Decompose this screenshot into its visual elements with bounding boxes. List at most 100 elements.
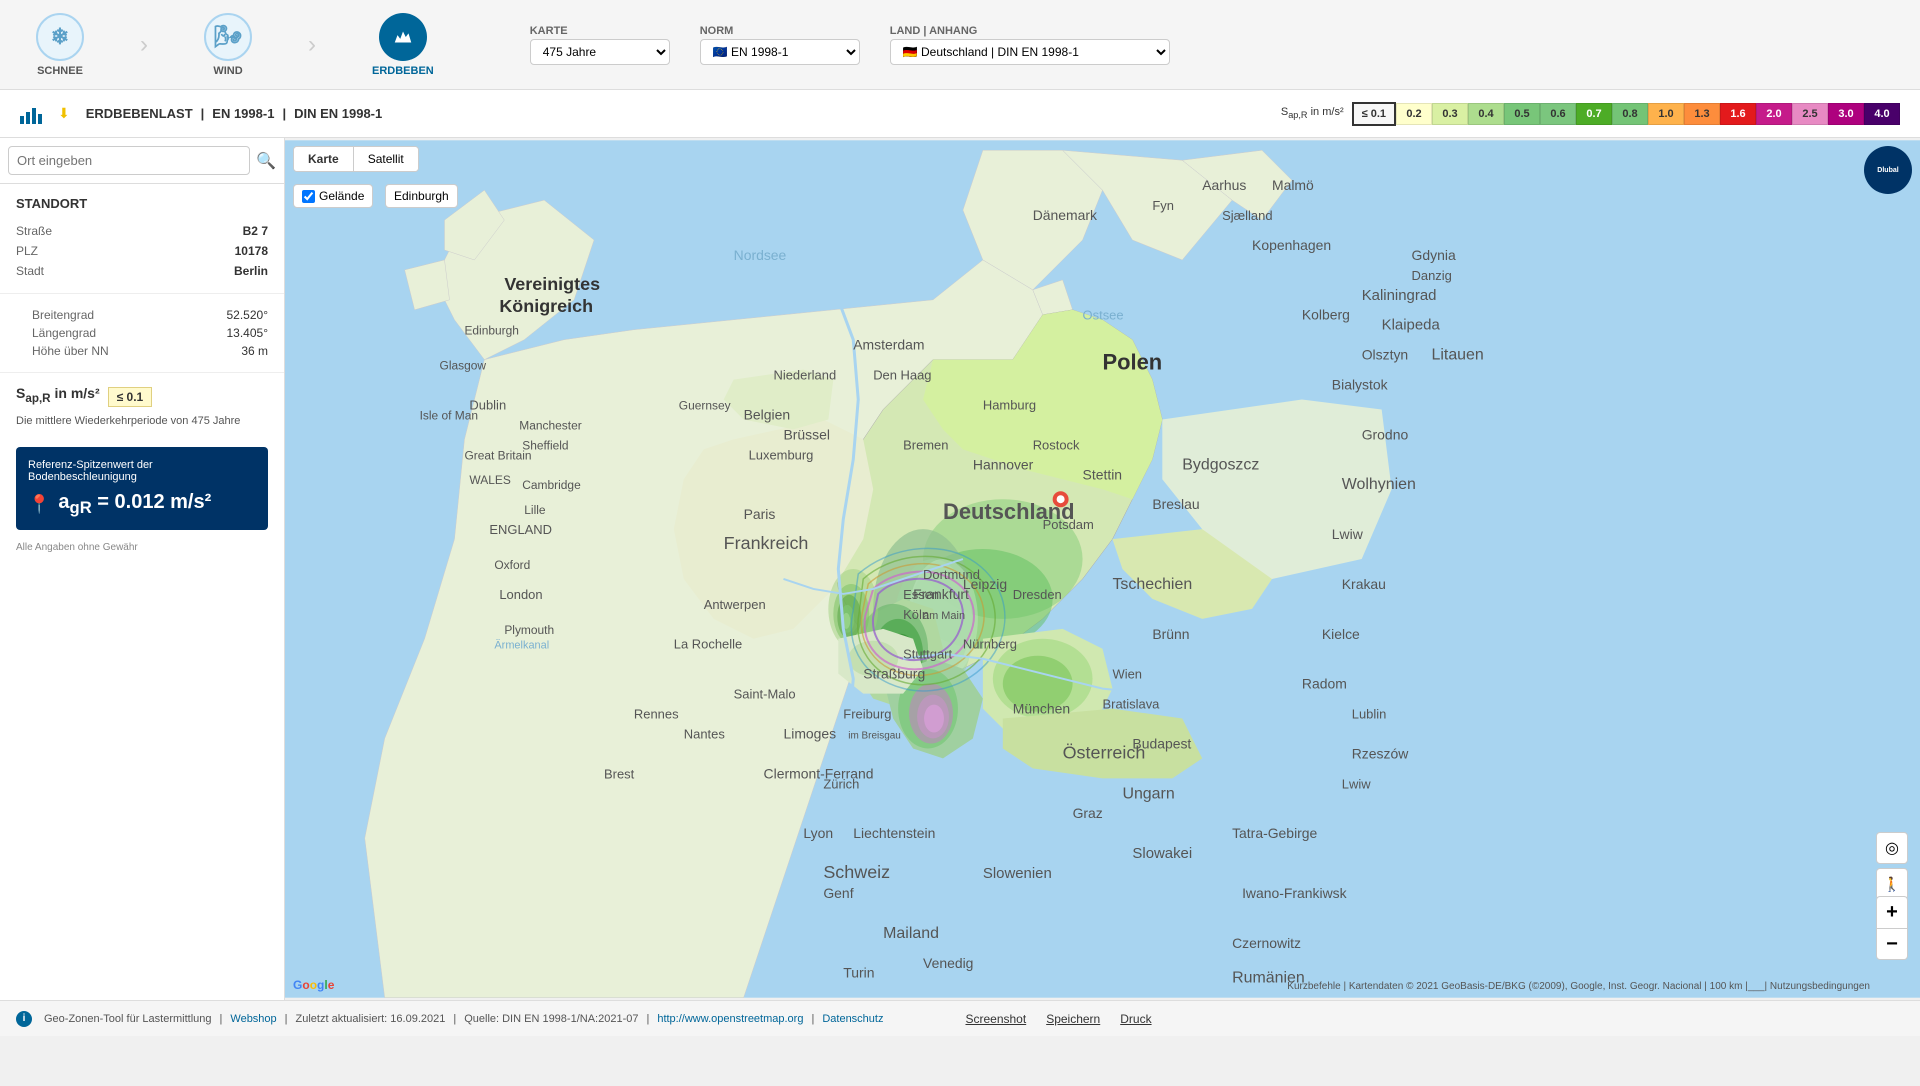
search-input[interactable] [8, 146, 250, 175]
svg-text:Bratislava: Bratislava [1103, 697, 1161, 712]
svg-text:Manchester: Manchester [519, 418, 581, 432]
legend-item-2[interactable]: 0.3 [1432, 103, 1468, 125]
main-content: 🔍 STANDORT Straße B2 7 PLZ 10178 Stadt B… [0, 138, 1920, 1000]
land-select[interactable]: 🇩🇪 Deutschland | DIN EN 1998-1 Österreic… [890, 39, 1170, 65]
map-area[interactable]: Vereinigtes Königreich Dänemark Polen De… [285, 138, 1920, 1000]
gelande-check[interactable]: Gelände [293, 184, 373, 208]
stadt-key: Stadt [16, 264, 44, 278]
norm-select[interactable]: 🇪🇺 EN 1998-1 EN 1998-1 (NA) [700, 39, 860, 65]
legend-item-4[interactable]: 0.5 [1504, 103, 1540, 125]
legend-item-11[interactable]: 2.0 [1756, 103, 1792, 125]
svg-text:Glasgow: Glasgow [440, 359, 487, 373]
map-tabs: Karte Satellit [293, 146, 419, 172]
svg-text:Edinburgh: Edinburgh [464, 324, 518, 338]
legend-item-0[interactable]: ≤ 0.1 [1352, 102, 1396, 126]
diubal-label: Dlubal [1877, 167, 1898, 174]
speichern-button[interactable]: Speichern [1046, 1012, 1100, 1026]
svg-text:Oxford: Oxford [494, 558, 530, 572]
footer-updated: Zuletzt aktualisiert: 16.09.2021 [296, 1013, 446, 1025]
druck-button[interactable]: Druck [1120, 1012, 1151, 1026]
standort-title: STANDORT [16, 196, 268, 211]
legend-item-9[interactable]: 1.3 [1684, 103, 1720, 125]
legend-item-13[interactable]: 3.0 [1828, 103, 1864, 125]
land-label: LAND | ANHANG [890, 25, 1170, 37]
nav-item-wind[interactable]: 🌬 WIND [188, 5, 268, 85]
lat-key: Breitengrad [16, 308, 94, 322]
footer-osm-link[interactable]: http://www.openstreetmap.org [657, 1013, 803, 1025]
gelande-checkbox[interactable] [302, 190, 315, 203]
svg-text:Nantes: Nantes [684, 726, 726, 741]
karte-label: KARTE [530, 25, 670, 37]
svg-text:Mailand: Mailand [883, 925, 939, 942]
screenshot-button[interactable]: Screenshot [965, 1012, 1026, 1026]
svg-text:Freiburg: Freiburg [843, 707, 891, 722]
legend-item-3[interactable]: 0.4 [1468, 103, 1504, 125]
svg-text:Slowakei: Slowakei [1132, 845, 1192, 862]
standort-row-plz: PLZ 10178 [16, 241, 268, 261]
svg-text:Genf: Genf [823, 885, 853, 901]
legend-item-14[interactable]: 4.0 [1864, 103, 1900, 125]
svg-text:Breslau: Breslau [1152, 496, 1199, 512]
svg-text:Plymouth: Plymouth [504, 623, 554, 637]
svg-text:Ärmelkanal: Ärmelkanal [494, 640, 549, 652]
footer-webshop-link[interactable]: Webshop [230, 1013, 276, 1025]
nav-item-schnee[interactable]: ❄ SCHNEE [20, 5, 100, 85]
legend-item-5[interactable]: 0.6 [1540, 103, 1576, 125]
legend-item-8[interactable]: 1.0 [1648, 103, 1684, 125]
svg-text:Tschechien: Tschechien [1112, 576, 1192, 593]
svg-text:Essen: Essen [903, 587, 939, 602]
svg-text:am Main: am Main [923, 610, 965, 622]
svg-text:Polen: Polen [1103, 350, 1163, 375]
svg-text:Danzig: Danzig [1412, 268, 1452, 283]
svg-text:Sheffield: Sheffield [522, 438, 568, 452]
svg-text:Kielce: Kielce [1322, 626, 1360, 642]
nav-item-erdbeben[interactable]: ERDBEBEN [356, 5, 450, 85]
header-sep1: | [201, 106, 205, 121]
legend-item-1[interactable]: 0.2 [1396, 103, 1432, 125]
nav-divider-2: › [308, 31, 316, 59]
svg-text:Brüssel: Brüssel [783, 426, 829, 442]
svg-text:Venedig: Venedig [923, 955, 973, 971]
standort-section: STANDORT Straße B2 7 PLZ 10178 Stadt Ber… [0, 184, 284, 294]
tab-satellit[interactable]: Satellit [354, 147, 418, 171]
svg-text:Hannover: Hannover [973, 456, 1034, 472]
svg-text:im Breisgau: im Breisgau [848, 730, 901, 741]
lng-key: Längengrad [16, 326, 96, 340]
zoom-out-button[interactable]: − [1876, 928, 1908, 960]
search-bar: 🔍 [0, 138, 284, 184]
map-svg[interactable]: Vereinigtes Königreich Dänemark Polen De… [285, 138, 1920, 1000]
svg-text:Liechtenstein: Liechtenstein [853, 825, 935, 841]
wind-label: WIND [213, 65, 242, 77]
legend-item-6[interactable]: 0.7 [1576, 103, 1612, 125]
svg-text:Potsdam: Potsdam [1043, 517, 1094, 532]
svg-text:Amsterdam: Amsterdam [853, 337, 924, 353]
karte-select[interactable]: 475 Jahre 2500 Jahre [530, 39, 670, 65]
zoom-in-button[interactable]: + [1876, 896, 1908, 928]
svg-text:Leipzig: Leipzig [963, 576, 1007, 592]
footer-datenschutz-link[interactable]: Datenschutz [822, 1013, 883, 1025]
tab-karte[interactable]: Karte [294, 147, 354, 171]
svg-text:WALES: WALES [469, 473, 510, 487]
svg-text:Wien: Wien [1112, 667, 1142, 682]
stadt-val: Berlin [234, 264, 268, 278]
header-sep2: | [282, 106, 286, 121]
footer-sep5: | [811, 1013, 814, 1025]
svg-text:Belgien: Belgien [744, 406, 791, 422]
compass-button[interactable]: ◎ [1876, 832, 1908, 864]
svg-text:Litauen: Litauen [1431, 347, 1483, 364]
coords-row-lat: Breitengrad 52.520° [16, 306, 268, 324]
svg-text:Lyon: Lyon [803, 825, 833, 841]
diubal-button[interactable]: Dlubal [1864, 146, 1912, 194]
legend-item-7[interactable]: 0.8 [1612, 103, 1648, 125]
legend-item-12[interactable]: 2.5 [1792, 103, 1828, 125]
svg-text:Dänemark: Dänemark [1033, 207, 1097, 223]
svg-text:Olsztyn: Olsztyn [1362, 347, 1408, 363]
svg-text:Paris: Paris [744, 506, 776, 522]
nav-divider-1: › [140, 31, 148, 59]
legend-item-10[interactable]: 1.6 [1720, 103, 1756, 125]
search-button[interactable]: 🔍 [256, 151, 276, 171]
legend-bar: Sap,R in m/s² ≤ 0.1 0.2 0.3 0.4 0.5 0.6 … [1281, 102, 1900, 126]
svg-text:Aarhus: Aarhus [1202, 177, 1246, 193]
result-section: Sap,R in m/s² ≤ 0.1 Die mittlere Wiederk… [0, 373, 284, 439]
zoom-controls: + − [1876, 896, 1908, 960]
